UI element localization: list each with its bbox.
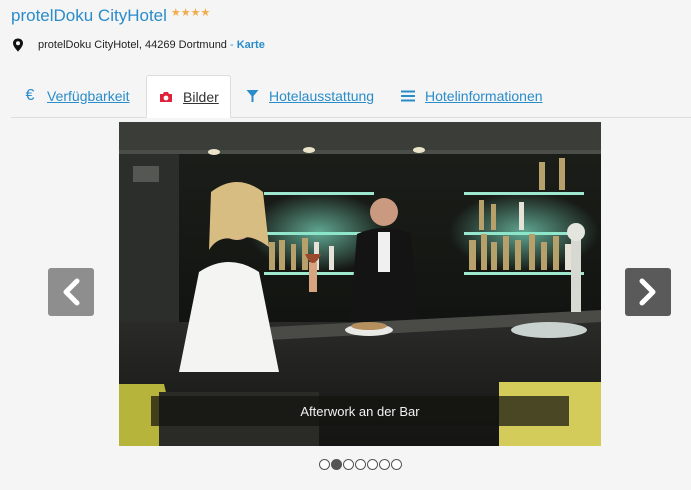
slide-dot[interactable]	[343, 459, 354, 470]
slide-dot[interactable]	[379, 459, 390, 470]
euro-icon: €	[25, 86, 35, 104]
address-row: protelDoku CityHotel, 44269 Dortmund - K…	[12, 38, 265, 52]
map-pin-icon	[13, 38, 23, 52]
camera-icon	[157, 91, 175, 103]
slide-caption: Afterwork an der Bar	[151, 396, 569, 426]
hotel-header: protelDoku CityHotel ★★★★	[11, 6, 210, 26]
tab-hotel-info[interactable]: Hotelinformationen	[399, 75, 543, 116]
map-link[interactable]: Karte	[237, 39, 265, 51]
list-icon	[399, 90, 417, 102]
tab-label: Hotelausstattung	[269, 87, 375, 104]
slide-dot[interactable]	[319, 459, 330, 470]
next-slide-button[interactable]	[625, 268, 671, 316]
tab-availability[interactable]: € Verfügbarkeit	[21, 75, 130, 116]
address-separator: -	[226, 39, 237, 51]
slide-dot[interactable]	[391, 459, 402, 470]
slide-indicator	[319, 459, 402, 470]
star-rating: ★★★★	[170, 6, 211, 19]
hotel-address: protelDoku CityHotel, 44269 Dortmund	[38, 39, 227, 51]
previous-slide-button[interactable]	[48, 268, 94, 316]
slide-dot[interactable]	[355, 459, 366, 470]
slide-dot[interactable]	[331, 459, 342, 470]
tab-pictures[interactable]: Bilder	[146, 75, 231, 118]
tab-label: Hotelinformationen	[425, 87, 543, 104]
chevron-right-icon	[639, 278, 656, 306]
tab-label: Verfügbarkeit	[47, 87, 130, 104]
tab-amenities[interactable]: Hotelausstattung	[243, 75, 374, 116]
slide-dot[interactable]	[367, 459, 378, 470]
chevron-left-icon	[63, 278, 80, 306]
tab-label: Bilder	[183, 88, 219, 105]
photo-slideshow[interactable]: Afterwork an der Bar	[119, 122, 601, 446]
filter-glass-icon	[243, 89, 261, 103]
tab-bar: € Verfügbarkeit Bilder Hotelausstattung …	[11, 75, 691, 118]
hotel-title[interactable]: protelDoku CityHotel	[11, 6, 167, 26]
